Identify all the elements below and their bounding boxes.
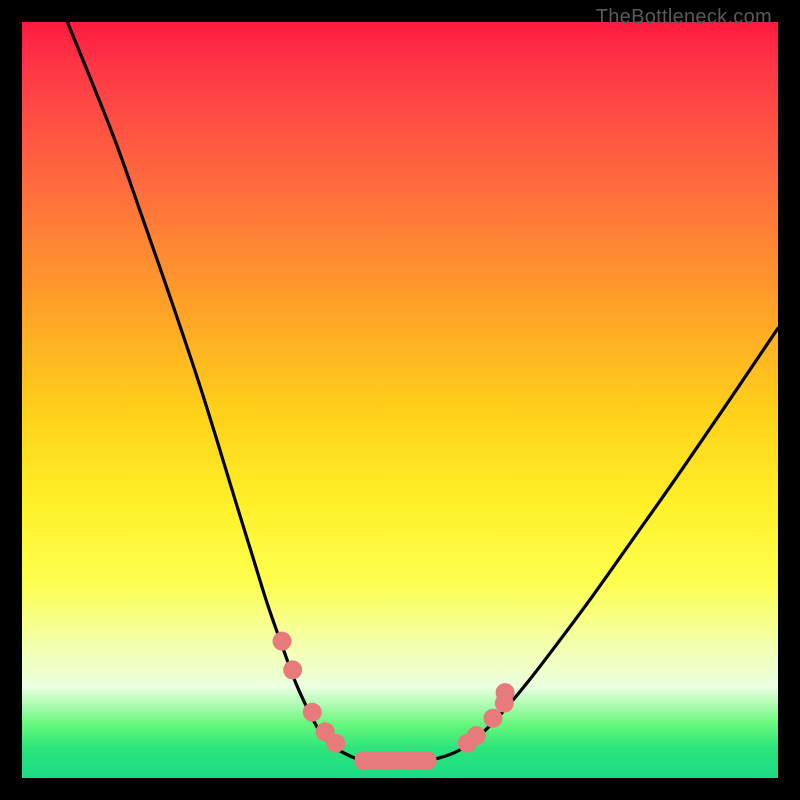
marker-group bbox=[273, 632, 515, 770]
marker-dot bbox=[303, 703, 322, 722]
marker-dot bbox=[356, 751, 375, 770]
marker-dot bbox=[273, 632, 292, 651]
chart-plot-area bbox=[22, 22, 778, 778]
marker-dot bbox=[326, 734, 345, 753]
marker-dot bbox=[418, 751, 437, 770]
marker-dot bbox=[400, 751, 419, 770]
chart-frame: TheBottleneck.com bbox=[0, 0, 800, 800]
marker-dot bbox=[483, 709, 502, 728]
left-curve bbox=[67, 22, 400, 761]
marker-dot bbox=[378, 751, 397, 770]
marker-dot bbox=[496, 683, 515, 702]
watermark-text: TheBottleneck.com bbox=[596, 6, 772, 29]
marker-dot bbox=[283, 660, 302, 679]
marker-dot bbox=[467, 726, 486, 745]
chart-svg bbox=[22, 22, 778, 778]
right-curve bbox=[400, 328, 778, 761]
